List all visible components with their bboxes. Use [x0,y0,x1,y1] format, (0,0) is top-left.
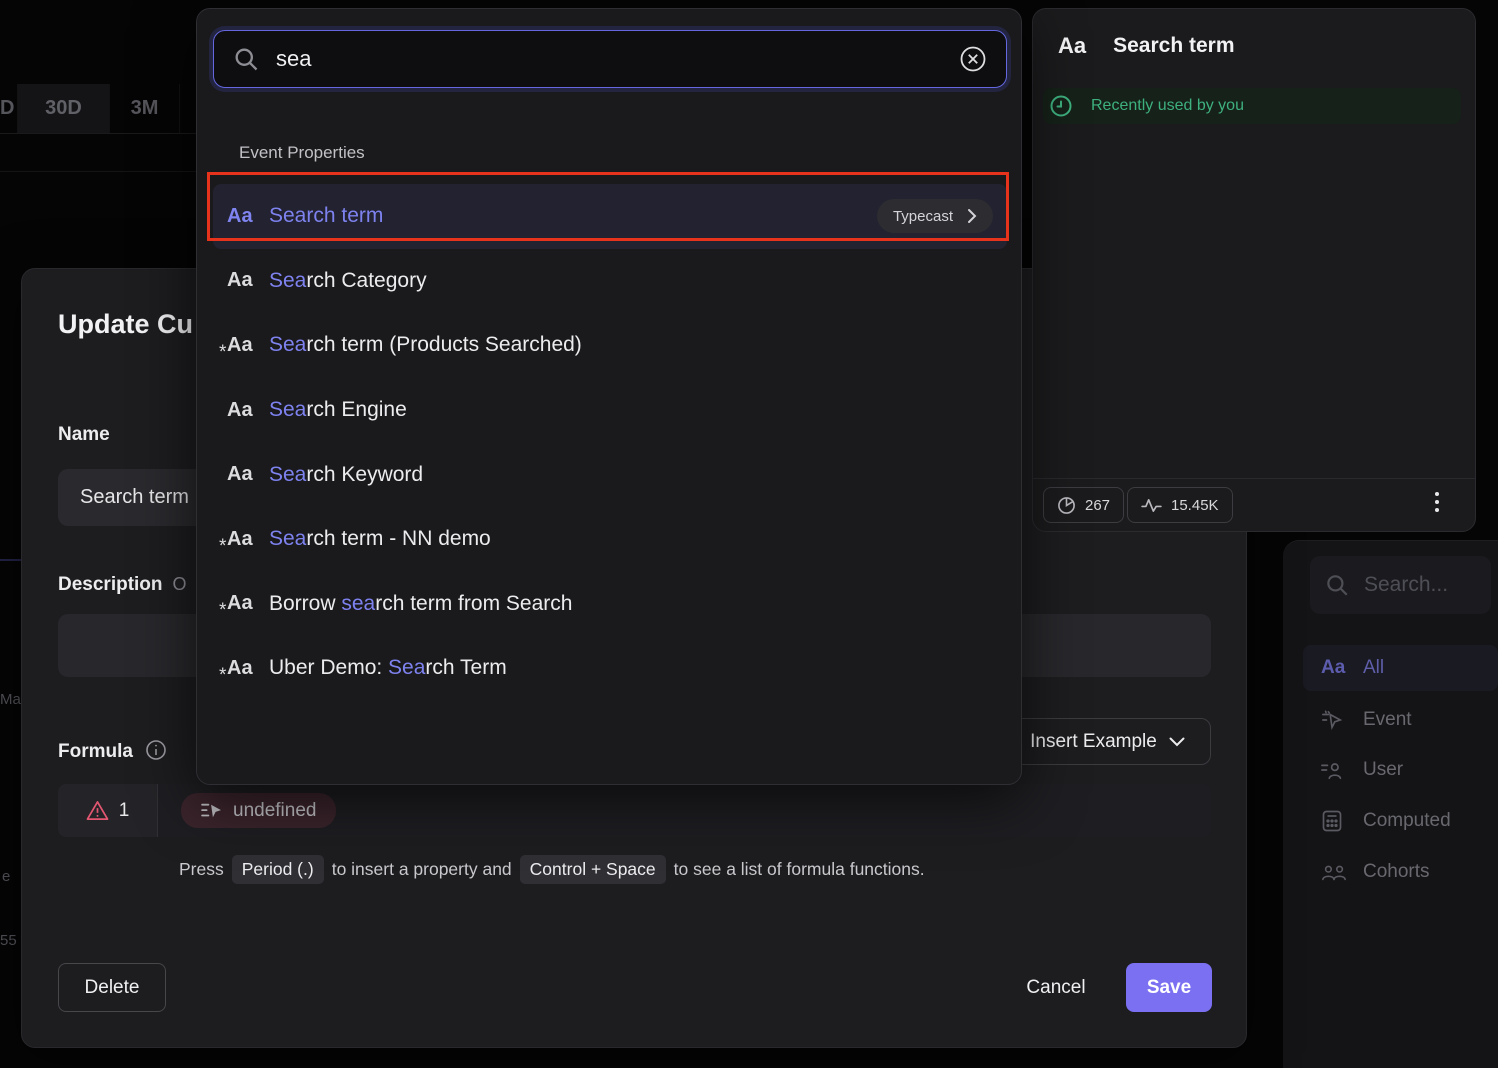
pie-icon [1057,496,1076,515]
search-icon [1324,572,1350,598]
clock-icon [1049,94,1073,118]
property-results-list: Aa* Search term Typecast Aa* Search Cate… [213,184,1007,701]
sidebar-filter-item-user[interactable]: User [1303,747,1498,793]
aa-icon: Aa [1321,657,1351,679]
error-count: 1 [119,800,130,822]
cardinality-stat-pill[interactable]: 267 [1043,487,1124,523]
sidebar-filter-item-event[interactable]: Event [1303,697,1498,743]
time-range-button-3m[interactable]: 3M [110,84,180,133]
formula-editor[interactable]: 1 undefined [58,784,1211,837]
property-result-row[interactable]: Aa* Uber Demo: Search Term [213,636,1007,701]
string-type-icon: Aa [1058,33,1086,59]
divider [0,171,196,172]
volume-stat-pill[interactable]: 15.45K [1127,487,1233,523]
cancel-button[interactable]: Cancel [1006,963,1106,1012]
undefined-token[interactable]: undefined [181,793,336,828]
delete-button[interactable]: Delete [58,963,166,1012]
sidebar-filter-item-computed[interactable]: Computed [1303,798,1498,844]
time-range-switcher: D 30D 3M [0,84,180,133]
property-search-dropdown: Event Properties Aa* Search term Typecas… [196,8,1022,785]
custom-property-star-icon: * [219,536,226,558]
string-type-icon: Aa* [227,205,269,228]
typecast-badge[interactable]: Typecast [877,199,993,233]
sidebar-filter-item-all[interactable]: Aa All [1303,645,1498,691]
string-type-icon: Aa* [227,334,269,357]
dropdown-search-input[interactable] [276,46,942,72]
property-result-row[interactable]: Aa* Search Engine [213,378,1007,443]
custom-property-star-icon: * [219,600,226,622]
property-result-row[interactable]: Aa* Search Keyword [213,442,1007,507]
string-type-icon: Aa* [227,463,269,486]
sidebar-search-field[interactable] [1310,556,1491,614]
property-result-row[interactable]: Aa* Search term Typecast [213,184,1007,249]
property-filter-sidebar: Aa All Event User Computed Cohorts [1283,540,1498,1068]
event-icon [201,802,223,820]
cohorts-icon [1321,863,1351,881]
string-type-icon: Aa* [227,399,269,422]
property-detail-panel: Aa Search term Recently used by you 267 … [1032,8,1476,532]
save-button[interactable]: Save [1126,963,1212,1012]
formula-input[interactable]: undefined [158,784,1211,837]
custom-property-star-icon: * [219,665,226,687]
more-options-icon[interactable] [1435,492,1439,512]
custom-property-star-icon: * [219,342,226,364]
insert-example-button[interactable]: Insert Example [1004,718,1211,765]
sidebar-filter-item-cohorts[interactable]: Cohorts [1303,849,1498,895]
string-type-icon: Aa* [227,657,269,680]
property-result-row[interactable]: Aa* Search term (Products Searched) [213,313,1007,378]
chevron-down-icon [1169,737,1185,747]
property-result-row[interactable]: Aa* Search Category [213,249,1007,314]
modal-title: Update Cu [58,309,193,340]
kbd-control-space: Control + Space [520,855,666,884]
sidebar-search-input[interactable] [1364,573,1474,597]
activity-icon [1141,498,1162,513]
description-label: DescriptionO [58,574,187,596]
kbd-period: Period (.) [232,855,324,884]
formula-hint: Press Period (.) to insert a property an… [179,855,925,884]
divider [1033,478,1475,479]
name-label: Name [58,424,110,446]
string-type-icon: Aa* [227,269,269,292]
property-title: Search term [1113,34,1234,58]
chevron-right-icon [967,208,977,224]
dropdown-search-field[interactable] [213,30,1007,88]
clear-search-icon[interactable] [958,44,988,74]
time-range-button-30d[interactable]: 30D [18,84,110,133]
optional-fragment: O [173,574,187,594]
computed-icon [1321,810,1351,832]
chart-axis-label: e [2,868,10,885]
info-icon[interactable] [145,739,167,761]
recently-used-badge: Recently used by you [1043,88,1461,124]
formula-error-gutter: 1 [58,784,158,837]
string-type-icon: Aa* [227,528,269,551]
time-range-button[interactable]: D [0,84,18,133]
formula-label: Formula [58,739,167,763]
event-icon [1321,710,1351,730]
search-icon [232,45,260,73]
user-icon [1321,760,1351,780]
section-header: Event Properties [239,143,365,163]
string-type-icon: Aa* [227,592,269,615]
property-result-row[interactable]: Aa* Search term - NN demo [213,507,1007,572]
divider [0,133,196,134]
warning-icon [86,800,109,821]
property-result-row[interactable]: Aa* Borrow search term from Search [213,572,1007,637]
chart-axis-label: 55 [0,932,17,949]
